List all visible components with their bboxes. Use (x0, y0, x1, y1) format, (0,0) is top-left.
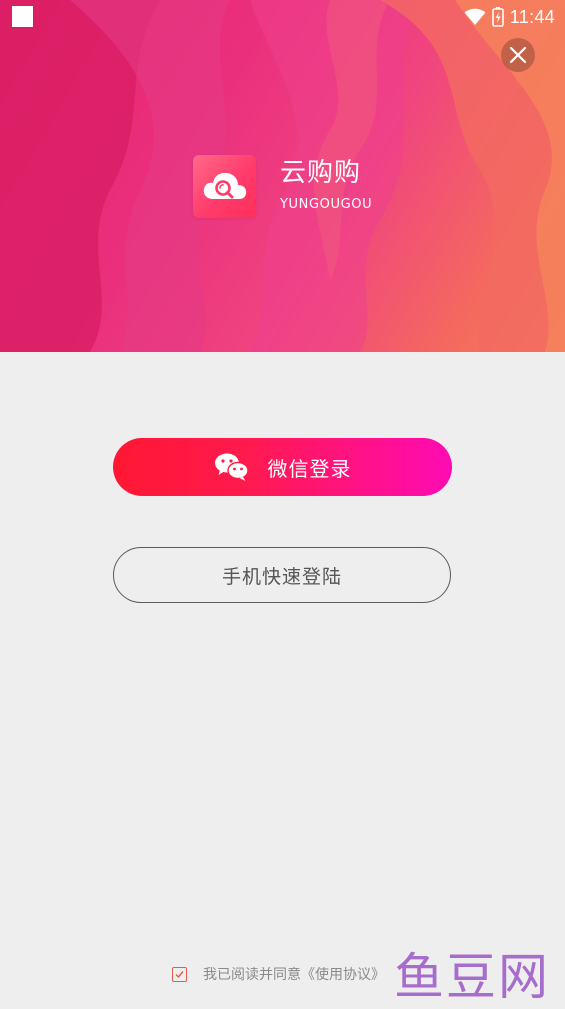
status-right: 11:44 (464, 5, 555, 29)
phone-login-label: 手机快速登陆 (221, 565, 342, 588)
cloud-search-logo (193, 154, 256, 218)
brand-name: 云购购 (280, 158, 362, 188)
battery-charging-icon (491, 7, 504, 27)
status-time: 11:44 (509, 6, 555, 27)
status-bar: 11:44 (0, 0, 565, 34)
phone-login-button[interactable]: 手机快速登陆 (113, 547, 451, 603)
close-button[interactable] (501, 38, 535, 72)
agreement-row: 我已阅读并同意《使用协议》 (172, 963, 385, 985)
square-icon (12, 6, 33, 27)
wechat-icon (214, 453, 249, 481)
brand-subtitle: YUNGOUGOU (280, 197, 373, 212)
agreement-text[interactable]: 我已阅读并同意《使用协议》 (203, 964, 385, 984)
hero-banner: 11:44 云购购 YUNGOUGOU (0, 0, 565, 352)
watermark: 鱼豆网 (394, 948, 550, 1006)
brand: 云购购 YUNGOUGOU (193, 154, 372, 218)
checkbox-checked-icon[interactable] (172, 966, 187, 982)
cloud-search-icon (203, 172, 246, 199)
wifi-icon (464, 8, 486, 25)
check-mark-icon (175, 970, 184, 978)
close-icon (509, 46, 527, 64)
brand-text: 云购购 YUNGOUGOU (280, 158, 372, 214)
wechat-login-label: 微信登录 (267, 456, 352, 481)
wechat-login-button[interactable]: 微信登录 (113, 438, 452, 496)
